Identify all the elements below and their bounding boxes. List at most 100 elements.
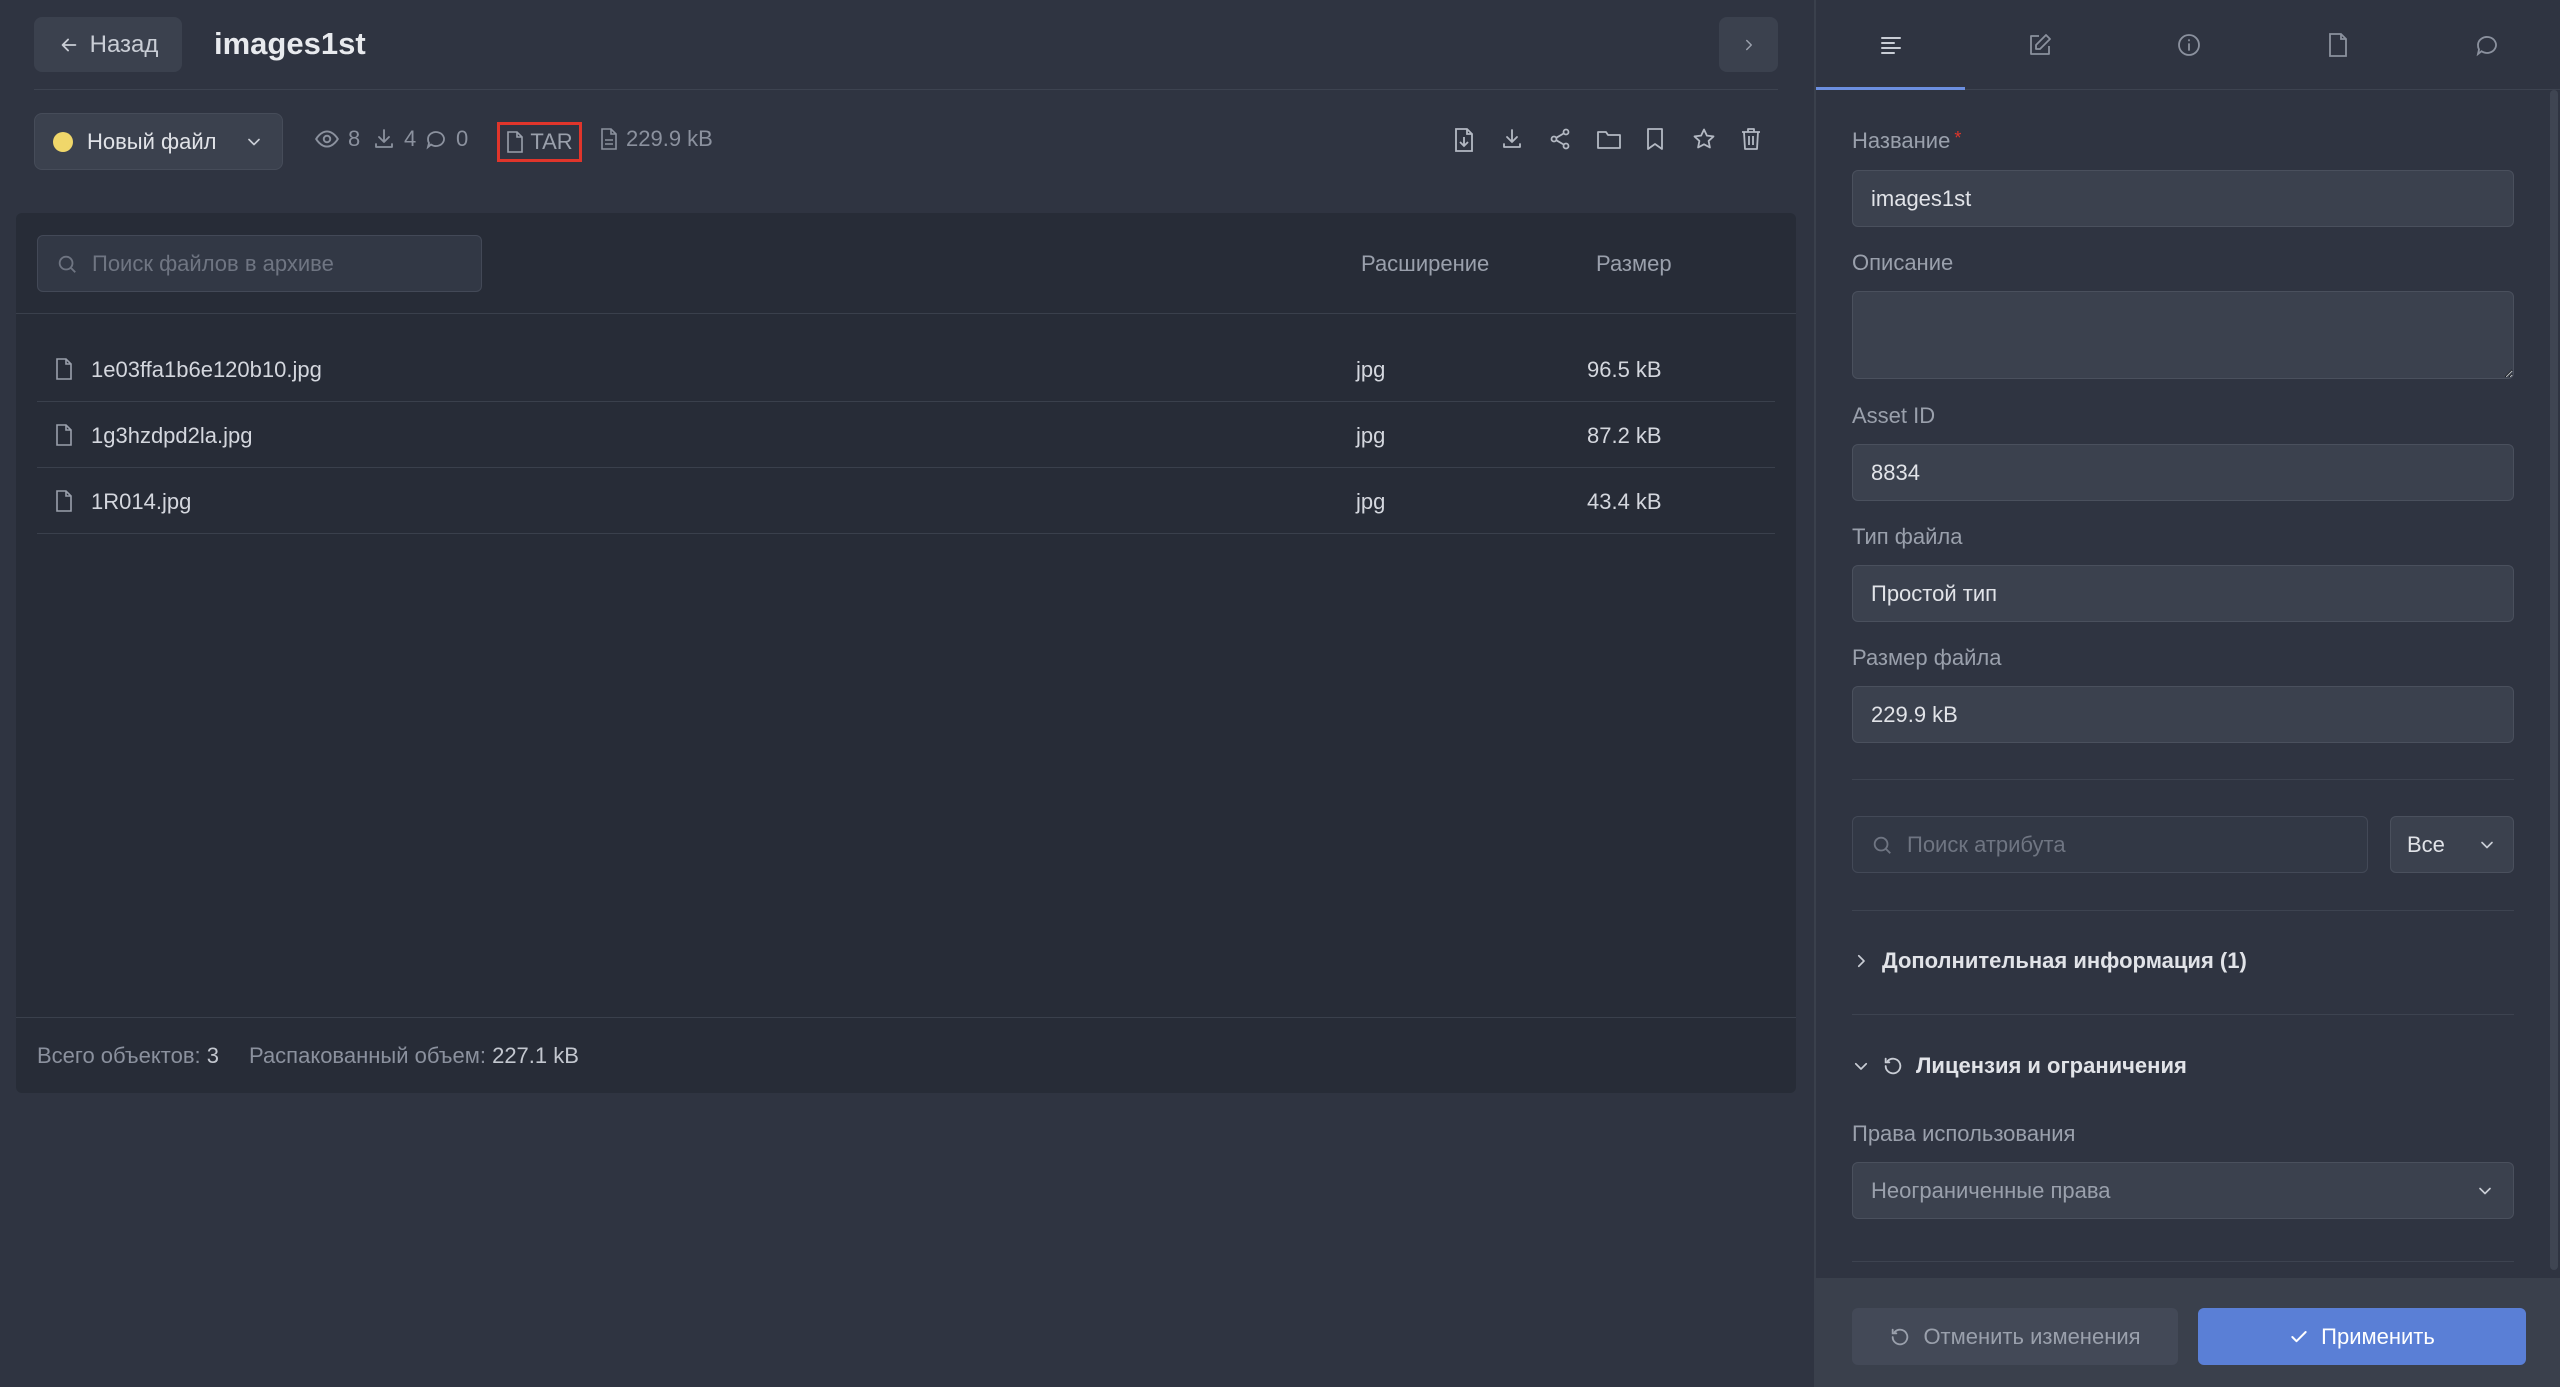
folder-icon[interactable] [1596, 127, 1624, 155]
tab-comments[interactable] [2412, 0, 2560, 90]
license-section[interactable]: Лицензия и ограничения [1852, 1053, 2187, 1079]
back-button-label: Назад [89, 30, 159, 58]
divider [1852, 1014, 2514, 1015]
share-icon[interactable] [1548, 127, 1576, 155]
comment-icon [424, 127, 448, 151]
size-label: 229.9 kB [626, 126, 713, 151]
asset-id-label: Asset ID [1852, 403, 1936, 428]
usage-rights-value: Неограниченные права [1871, 1177, 2111, 1203]
column-header-extension[interactable]: Расширение [1361, 251, 1489, 277]
total-objects: Всего объектов: 3 [37, 1043, 219, 1069]
attribute-search-input[interactable] [1907, 831, 2367, 858]
status-label: Новый файл [87, 128, 217, 154]
chevron-down-icon [244, 132, 264, 152]
file-name: 1e03ffa1b6e120b10.jpg [91, 357, 322, 382]
search-icon [1871, 834, 1893, 856]
description-label: Описание [1852, 250, 1954, 275]
archive-summary: Всего объектов: 3 Распакованный объем: 2… [37, 1043, 579, 1069]
attribute-filter-dropdown[interactable]: Все [2390, 816, 2514, 873]
tab-document[interactable] [2263, 0, 2412, 90]
file-extension: jpg [1356, 357, 1386, 382]
document-icon [2327, 32, 2349, 58]
file-icon [55, 490, 73, 512]
panel-scrollbar[interactable] [2550, 90, 2558, 1270]
divider [1852, 779, 2514, 780]
tab-edit[interactable] [1965, 0, 2114, 90]
name-field[interactable] [1852, 170, 2514, 227]
tab-details[interactable] [1816, 0, 1965, 90]
tab-info[interactable] [2114, 0, 2263, 90]
file-name: 1g3hzdpd2la.jpg [91, 423, 253, 448]
file-size: 87.2 kB [1587, 423, 1662, 448]
cancel-changes-label: Отменить изменения [1923, 1323, 2141, 1349]
check-icon [2289, 1327, 2309, 1347]
list-icon [1878, 33, 1904, 57]
column-header-size[interactable]: Размер [1596, 251, 1672, 277]
file-export-icon[interactable] [1452, 127, 1480, 155]
archive-search-input[interactable] [92, 250, 472, 277]
file-row[interactable]: 1g3hzdpd2la.jpg jpg 87.2 kB [37, 402, 1775, 468]
back-button[interactable]: Назад [34, 17, 182, 72]
views-stat: 8 [314, 126, 360, 152]
eye-icon [314, 126, 340, 152]
divider [1852, 1261, 2514, 1262]
file-icon [506, 131, 524, 153]
file-extension: jpg [1356, 489, 1386, 514]
divider [16, 313, 1796, 314]
apply-button[interactable]: Применить [2198, 1308, 2526, 1365]
unpacked-volume-value: 227.1 kB [492, 1043, 579, 1068]
required-marker: * [1954, 128, 1962, 148]
attribute-filter-value: Все [2407, 831, 2445, 857]
action-bar: Отменить изменения Применить [1816, 1278, 2560, 1387]
apply-label: Применить [2321, 1323, 2435, 1349]
total-objects-value: 3 [206, 1043, 219, 1068]
file-name: 1R014.jpg [91, 489, 192, 514]
extra-info-label: Дополнительная информация (1) [1882, 948, 2247, 973]
file-icon [55, 424, 73, 446]
file-size-icon [600, 128, 618, 150]
star-icon[interactable] [1692, 127, 1720, 155]
file-row[interactable]: 1e03ffa1b6e120b10.jpg jpg 96.5 kB [37, 336, 1775, 402]
chevron-right-icon [1740, 36, 1758, 54]
search-icon [56, 253, 78, 275]
description-field[interactable] [1852, 291, 2514, 379]
file-icon [55, 358, 73, 380]
history-icon [1882, 1055, 1904, 1077]
divider [1852, 910, 2514, 911]
next-button[interactable] [1719, 17, 1778, 72]
top-bar: Назад images1st [0, 0, 1814, 90]
extra-info-section[interactable]: Дополнительная информация (1) [1852, 948, 2247, 974]
archive-panel: Расширение Размер 1e03ffa1b6e120b10.jpg … [16, 213, 1796, 1093]
archive-search[interactable] [37, 235, 482, 292]
usage-rights-label: Права использования [1852, 1121, 2076, 1146]
download-action-icon[interactable] [1500, 127, 1528, 155]
page-title: images1st [214, 26, 366, 61]
file-extension: jpg [1356, 423, 1386, 448]
info-icon [2176, 32, 2202, 58]
format-label: TAR [530, 129, 573, 154]
name-label-text: Название [1852, 128, 1951, 153]
total-objects-label: Всего объектов: [37, 1043, 201, 1068]
cancel-changes-button[interactable]: Отменить изменения [1852, 1308, 2178, 1365]
file-toolbar: Новый файл 8 4 0 TAR 229.9 kB [0, 90, 1814, 194]
chevron-down-icon [2475, 1181, 2495, 1201]
divider [16, 1017, 1796, 1018]
file-size-label: Размер файла [1852, 645, 2002, 670]
properties-panel: Название* Описание Asset ID 8834 Тип фай… [1814, 0, 2560, 1387]
unpacked-volume: Распакованный объем: 227.1 kB [249, 1043, 579, 1069]
format-badge: TAR [497, 122, 582, 162]
file-size: 96.5 kB [1587, 357, 1662, 382]
bookmark-icon[interactable] [1644, 127, 1672, 155]
trash-icon[interactable] [1740, 127, 1768, 155]
attribute-search[interactable] [1852, 816, 2368, 873]
status-dropdown[interactable]: Новый файл [34, 113, 283, 170]
edit-icon [2027, 32, 2053, 58]
usage-rights-dropdown[interactable]: Неограниченные права [1852, 1162, 2514, 1219]
file-row[interactable]: 1R014.jpg jpg 43.4 kB [37, 468, 1775, 534]
chevron-down-icon [2477, 835, 2497, 855]
downloads-stat: 4 [372, 126, 416, 152]
comments-stat: 0 [424, 126, 468, 152]
arrow-left-icon [58, 34, 80, 56]
main-area: Назад images1st Новый файл 8 4 0 TAR 229… [0, 0, 1814, 1387]
download-icon [372, 127, 396, 151]
